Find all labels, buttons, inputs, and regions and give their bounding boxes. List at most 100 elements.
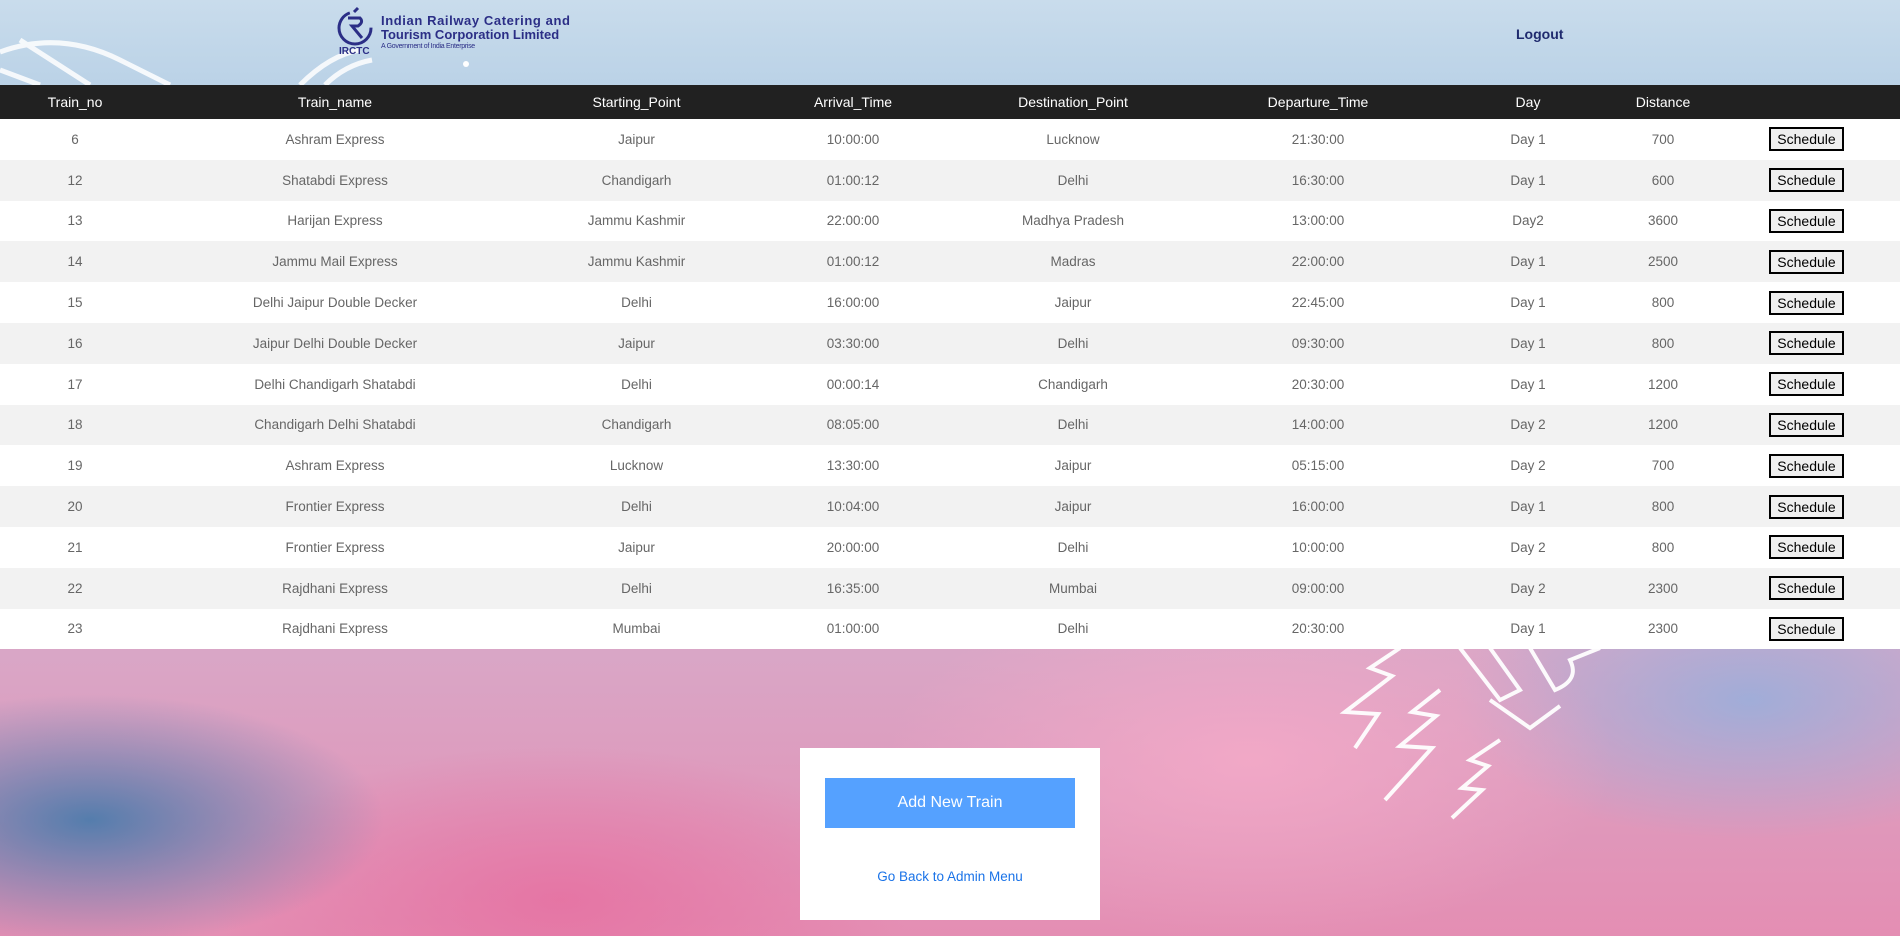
- destination-point-cell: Mumbai: [1048, 580, 1097, 596]
- departure-time-cell: 09:00:00: [1291, 580, 1345, 596]
- day-cell: Day 1: [1510, 295, 1546, 311]
- arrival-time-cell: 13:30:00: [826, 458, 880, 474]
- train-no-cell: 16: [67, 335, 83, 351]
- logout-link[interactable]: Logout: [1516, 26, 1563, 42]
- train-name-cell: Frontier Express: [285, 499, 385, 515]
- train-no-cell: 18: [67, 417, 83, 433]
- destination-point-cell: Delhi: [1057, 621, 1089, 637]
- starting-point-cell: Delhi: [621, 376, 652, 392]
- departure-time-cell: 20:30:00: [1291, 621, 1345, 637]
- train-no-cell: 23: [67, 621, 83, 637]
- destination-point-cell: Delhi: [1057, 172, 1089, 188]
- back-to-admin-menu-link[interactable]: Go Back to Admin Menu: [800, 869, 1100, 884]
- action-cell: Schedule: [1713, 160, 1900, 201]
- irctc-logo[interactable]: IRCTC Indian Railway Catering and Touris…: [336, 6, 570, 58]
- destination-point-cell: Delhi: [1057, 417, 1089, 433]
- arrival-time-cell: 08:05:00: [826, 417, 880, 433]
- distance-cell: 700: [1651, 458, 1675, 474]
- table-body: 6 Ashram Express Jaipur 10:00:00 Lucknow 21:3…: [0, 119, 1900, 650]
- day-cell: Day 2: [1510, 417, 1546, 433]
- distance-cell: 2500: [1647, 254, 1679, 270]
- departure-time-cell: 13:00:00: [1291, 213, 1345, 229]
- destination-point-cell: Jaipur: [1054, 499, 1092, 515]
- train-no-cell: 17: [67, 376, 83, 392]
- table-row: 17 Delhi Chandigarh Shatabdi Delhi 00:00:14…: [0, 363, 1900, 405]
- action-cell: Schedule: [1713, 568, 1900, 609]
- table-row: 13 Harijan Express Jammu Kashmir 22:00:00 Ma…: [0, 200, 1900, 242]
- train-name-cell: Delhi Jaipur Double Decker: [252, 295, 418, 311]
- table-row: 20 Frontier Express Delhi 10:04:00 Jaipur 16:…: [0, 486, 1900, 527]
- table-row: 19 Ashram Express Lucknow 13:30:00 Jaipur 05:…: [0, 445, 1900, 487]
- logo-tagline: A Government of India Enterprise: [381, 43, 475, 50]
- column-header-train-no: Train_no: [0, 85, 150, 119]
- logo-text-line2: Tourism Corporation Limited: [381, 27, 560, 42]
- table-row: 16 Jaipur Delhi Double Decker Jaipur 03:30:…: [0, 322, 1900, 364]
- trains-table: Train_no Train_name Starting_Point Arriv…: [0, 85, 1900, 650]
- top-header: IRCTC Indian Railway Catering and Touris…: [0, 0, 1900, 85]
- day-cell: Day 1: [1510, 335, 1546, 351]
- departure-time-cell: 22:00:00: [1291, 254, 1345, 270]
- schedule-button[interactable]: Schedule: [1769, 494, 1844, 519]
- day-cell: Day 2: [1510, 539, 1546, 555]
- day-cell: Day 1: [1510, 254, 1546, 270]
- schedule-button[interactable]: Schedule: [1769, 331, 1844, 356]
- column-header-starting-point: Starting_Point: [520, 85, 753, 119]
- arrival-time-cell: 22:00:00: [826, 213, 880, 229]
- action-cell: Schedule: [1713, 405, 1900, 446]
- distance-cell: 800: [1651, 539, 1675, 555]
- schedule-button[interactable]: Schedule: [1769, 453, 1844, 478]
- day-cell: Day 1: [1510, 376, 1546, 392]
- column-header-distance: Distance: [1613, 85, 1713, 119]
- distance-cell: 1200: [1647, 417, 1679, 433]
- schedule-button[interactable]: Schedule: [1769, 616, 1844, 641]
- column-header-destination-point: Destination_Point: [953, 85, 1193, 119]
- arrival-time-cell: 00:00:14: [826, 376, 880, 392]
- column-header-arrival-time: Arrival_Time: [753, 85, 953, 119]
- arrival-time-cell: 16:00:00: [826, 295, 880, 311]
- table-row: 14 Jammu Mail Express Jammu Kashmir 01:00:1…: [0, 241, 1900, 283]
- train-name-cell: Chandigarh Delhi Shatabdi: [254, 417, 416, 433]
- schedule-button[interactable]: Schedule: [1769, 208, 1844, 233]
- schedule-button[interactable]: Schedule: [1769, 372, 1844, 397]
- arrival-time-cell: 01:00:00: [826, 621, 880, 637]
- starting-point-cell: Lucknow: [609, 458, 664, 474]
- train-name-cell: Rajdhani Express: [282, 621, 388, 637]
- train-name-cell: Frontier Express: [285, 539, 385, 555]
- schedule-button[interactable]: Schedule: [1769, 535, 1844, 560]
- add-new-train-button[interactable]: Add New Train: [825, 778, 1075, 828]
- action-cell: Schedule: [1713, 323, 1900, 364]
- day-cell: Day 1: [1510, 172, 1546, 188]
- table-row: 21 Frontier Express Jaipur 20:00:00 Delhi 10:…: [0, 526, 1900, 568]
- column-header-departure-time: Departure_Time: [1193, 85, 1443, 119]
- train-name-cell: Ashram Express: [285, 458, 385, 474]
- departure-time-cell: 20:30:00: [1291, 376, 1345, 392]
- day-cell: Day 2: [1510, 580, 1546, 596]
- table-row: 6 Ashram Express Jaipur 10:00:00 Lucknow 21:3…: [0, 119, 1900, 160]
- destination-point-cell: Delhi: [1057, 539, 1089, 555]
- arrival-time-cell: 10:00:00: [826, 131, 880, 147]
- schedule-button[interactable]: Schedule: [1769, 576, 1844, 601]
- column-header-day: Day: [1443, 85, 1613, 119]
- action-cell: Schedule: [1713, 364, 1900, 405]
- starting-point-cell: Mumbai: [612, 621, 661, 637]
- table-row: 18 Chandigarh Delhi Shatabdi Chandigarh 08:…: [0, 404, 1900, 446]
- arrival-time-cell: 03:30:00: [826, 335, 880, 351]
- schedule-button[interactable]: Schedule: [1769, 168, 1844, 193]
- action-cell: Schedule: [1713, 609, 1900, 650]
- departure-time-cell: 16:00:00: [1291, 499, 1345, 515]
- arrival-time-cell: 20:00:00: [826, 539, 880, 555]
- destination-point-cell: Chandigarh: [1038, 376, 1108, 392]
- schedule-button[interactable]: Schedule: [1769, 127, 1844, 152]
- column-header-action: [1713, 85, 1900, 119]
- train-no-cell: 20: [67, 499, 83, 515]
- starting-point-cell: Delhi: [621, 499, 652, 515]
- starting-point-cell: Jaipur: [618, 539, 655, 555]
- train-no-cell: 12: [67, 172, 83, 188]
- train-no-cell: 6: [71, 131, 79, 147]
- schedule-button[interactable]: Schedule: [1769, 412, 1844, 437]
- departure-time-cell: 22:45:00: [1291, 295, 1345, 311]
- schedule-button[interactable]: Schedule: [1769, 249, 1844, 274]
- schedule-button[interactable]: Schedule: [1769, 290, 1844, 315]
- destination-point-cell: Jaipur: [1054, 295, 1092, 311]
- distance-cell: 800: [1651, 499, 1675, 515]
